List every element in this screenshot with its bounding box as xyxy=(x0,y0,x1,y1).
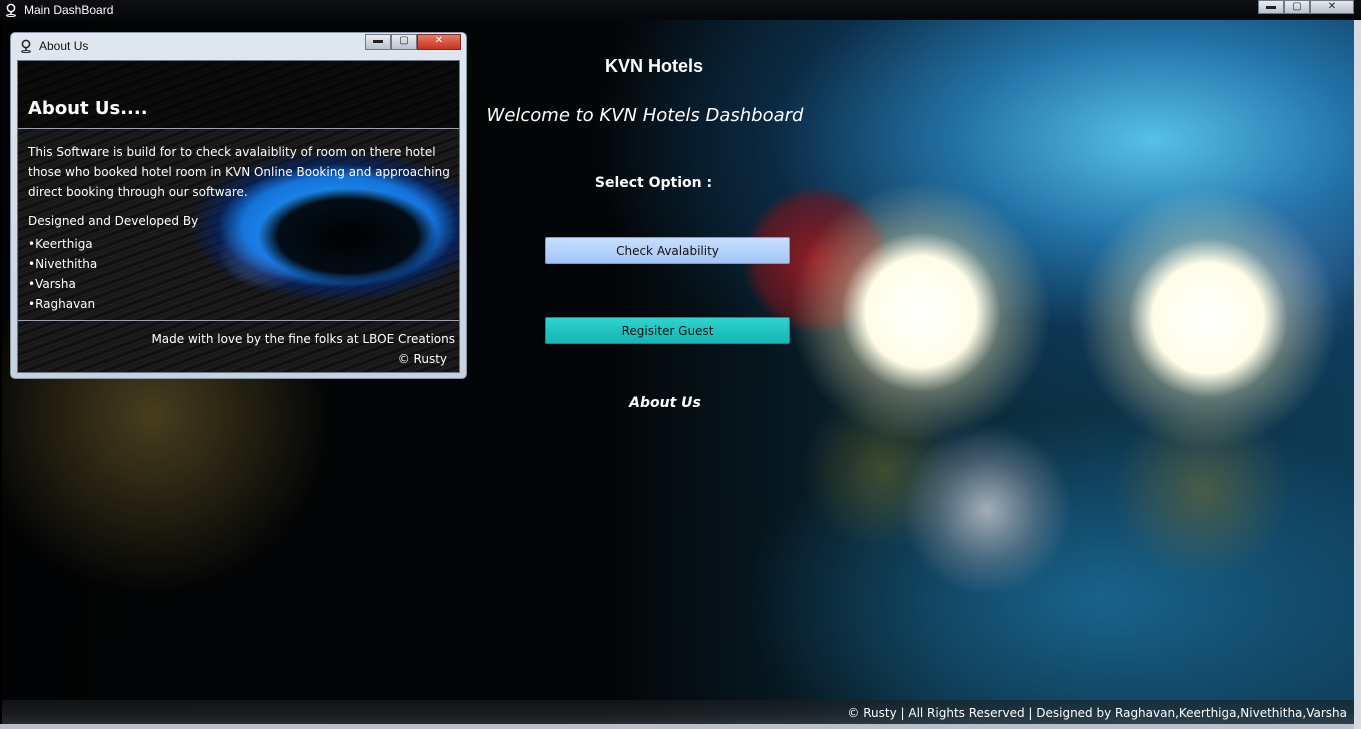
taskbar-strip xyxy=(0,724,1354,729)
designed-by-label: Designed and Developed By xyxy=(28,214,199,228)
main-window-titlebar: Main DashBoard ▬ ▢ ✕ xyxy=(0,0,1361,20)
main-window-title: Main DashBoard xyxy=(24,3,114,17)
welcome-text: Welcome to KVN Hotels Dashboard xyxy=(486,105,804,126)
list-item: Nivethitha xyxy=(28,254,97,274)
close-button[interactable]: ✕ xyxy=(417,34,461,50)
check-availability-button[interactable]: Check Avalability xyxy=(545,237,790,264)
about-description: This Software is build for to check aval… xyxy=(28,145,450,199)
minimize-button[interactable]: ▬ xyxy=(1258,0,1284,14)
list-item: Varsha xyxy=(28,274,97,294)
minimize-button[interactable]: ▬ xyxy=(365,34,391,50)
about-content-panel: About Us.... This Software is build for … xyxy=(17,60,460,373)
about-us-window[interactable]: About Us ▬ ▢ ✕ About Us.... This Softwar… xyxy=(10,32,467,379)
divider xyxy=(18,128,459,129)
register-guest-button[interactable]: Regisiter Guest xyxy=(545,317,790,344)
about-window-controls: ▬ ▢ ✕ xyxy=(365,34,461,50)
select-option-label: Select Option : xyxy=(594,175,713,191)
location-pin-icon xyxy=(21,39,31,53)
list-item: Raghavan xyxy=(28,294,97,314)
list-item: Keerthiga xyxy=(28,234,97,254)
about-us-link[interactable]: About Us xyxy=(600,395,730,411)
location-pin-icon xyxy=(6,3,16,17)
close-button[interactable]: ✕ xyxy=(1310,0,1354,14)
copyright-text: © Rusty xyxy=(397,352,447,366)
about-heading: About Us.... xyxy=(28,98,148,119)
maximize-button[interactable]: ▢ xyxy=(1284,0,1310,14)
footer-copyright: © Rusty | All Rights Reserved | Designed… xyxy=(847,706,1347,720)
developer-list: Keerthiga Nivethitha Varsha Raghavan xyxy=(28,234,97,314)
made-with-text: Made with love by the fine folks at LBOE… xyxy=(151,332,455,346)
divider xyxy=(18,320,459,321)
main-window-controls: ▬ ▢ ✕ xyxy=(1258,0,1354,14)
page-title: KVN Hotels xyxy=(604,56,703,76)
about-window-title: About Us xyxy=(39,39,89,53)
window-right-border xyxy=(1354,20,1361,729)
maximize-button[interactable]: ▢ xyxy=(391,34,417,50)
